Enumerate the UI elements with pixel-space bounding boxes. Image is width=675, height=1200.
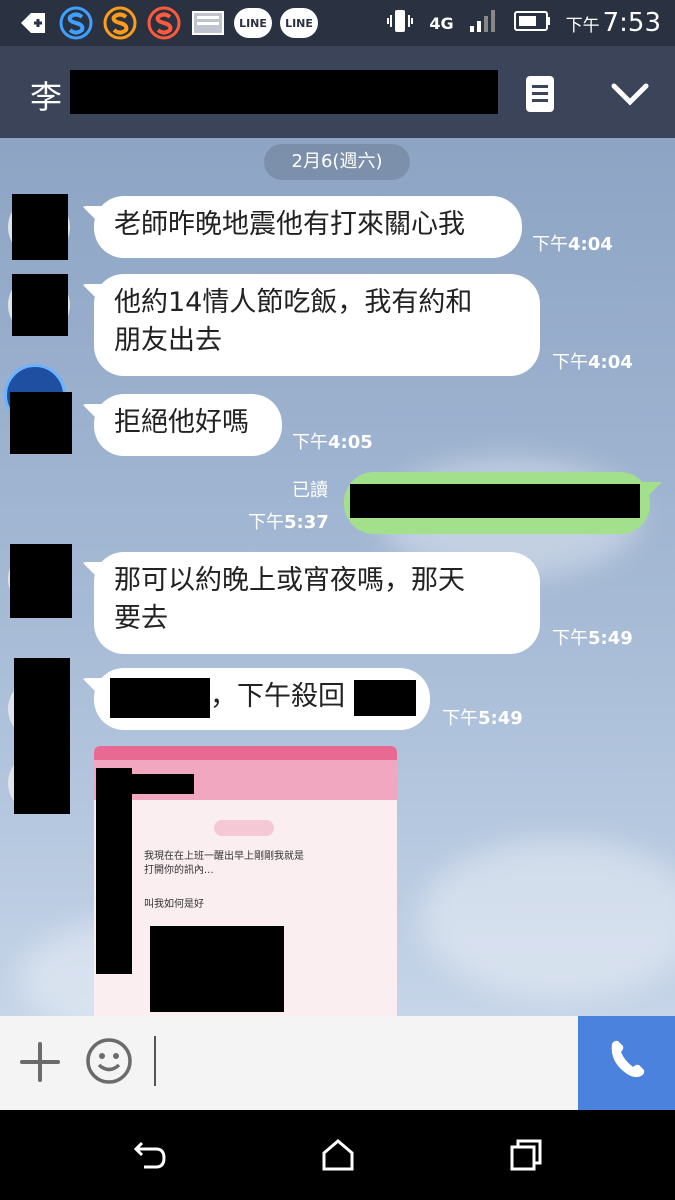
redacted-avatar bbox=[14, 658, 70, 814]
date-divider: 2月6(週六) bbox=[264, 144, 410, 180]
message-text: 朋友出去 bbox=[114, 325, 222, 356]
message-time: 下午5:49 bbox=[552, 628, 633, 649]
emoji-icon[interactable] bbox=[84, 1036, 134, 1086]
message-bubble[interactable]: 那可以約晚上或宵夜嗎，那天 要去 bbox=[94, 552, 540, 654]
line-icon: LINE bbox=[280, 8, 318, 38]
message-text: ，下午殺回 bbox=[210, 681, 345, 712]
s-app-icon-red bbox=[146, 6, 182, 40]
phone-icon[interactable] bbox=[578, 1016, 675, 1110]
message-text: 他約14情人節吃飯，我有約和 bbox=[114, 287, 473, 318]
status-clock: 下午 7:53 bbox=[565, 8, 661, 38]
message-time: 下午5:49 bbox=[442, 708, 523, 729]
message-input[interactable] bbox=[154, 1036, 156, 1086]
network-label: 4G bbox=[429, 13, 454, 33]
message-text: 要去 bbox=[114, 603, 168, 634]
message-text: 老師昨晚地震他有打來關心我 bbox=[114, 209, 465, 240]
redacted-name bbox=[70, 70, 498, 114]
message-bubble[interactable]: 老師昨晚地震他有打來關心我 bbox=[94, 196, 522, 258]
message-time: 下午4:04 bbox=[532, 234, 613, 255]
message-time: 下午5:37 bbox=[248, 512, 329, 533]
photo-status-bar bbox=[94, 746, 397, 760]
message-text: 拒絕他好嗎 bbox=[114, 407, 249, 438]
note-icon[interactable] bbox=[522, 74, 558, 114]
redacted-message bbox=[350, 484, 640, 518]
system-nav-bar bbox=[0, 1110, 675, 1200]
redacted-avatar bbox=[12, 194, 68, 260]
status-bar: LINE LINE 4G 下午 7:53 bbox=[0, 0, 675, 46]
redacted-name bbox=[110, 678, 210, 718]
input-bar bbox=[0, 1016, 675, 1110]
home-icon[interactable] bbox=[318, 1135, 358, 1175]
chevron-down-icon[interactable] bbox=[606, 74, 654, 114]
signal-icon bbox=[468, 8, 498, 38]
message-time: 下午4:05 bbox=[292, 432, 373, 453]
add-icon bbox=[14, 6, 50, 40]
message-time: 下午4:04 bbox=[552, 352, 633, 373]
recents-icon[interactable] bbox=[506, 1135, 546, 1175]
redacted-avatar bbox=[12, 274, 68, 336]
vibrate-icon bbox=[385, 6, 415, 40]
photo-text: 打開你的訊內... bbox=[144, 865, 214, 876]
image-icon bbox=[190, 6, 226, 40]
message-text: 那可以約晚上或宵夜嗎，那天 bbox=[114, 565, 465, 596]
photo-date-pill bbox=[214, 820, 274, 836]
message-bubble[interactable]: 他約14情人節吃飯，我有約和 朋友出去 bbox=[94, 274, 540, 376]
redacted-photo-area bbox=[132, 774, 194, 794]
s-app-icon-blue bbox=[58, 6, 94, 40]
redacted-photo-area bbox=[96, 768, 132, 974]
message-bubble[interactable]: 拒絕他好嗎 bbox=[94, 394, 282, 456]
chat-header: 李 bbox=[0, 46, 675, 138]
redacted-avatar bbox=[10, 544, 72, 618]
contact-name[interactable]: 李 bbox=[30, 72, 62, 118]
redacted-place bbox=[354, 680, 416, 716]
battery-icon bbox=[512, 8, 552, 38]
photo-text: 叫我如何是好 bbox=[144, 899, 204, 910]
back-icon[interactable] bbox=[130, 1135, 170, 1175]
redacted-avatar bbox=[10, 392, 72, 454]
chat-area[interactable]: 2月6(週六) 老師昨晚地震他有打來關心我 下午4:04 他約14情人節吃飯，我… bbox=[0, 138, 675, 1016]
line-icon: LINE bbox=[234, 8, 272, 38]
s-app-icon-orange bbox=[102, 6, 138, 40]
read-receipt: 已讀 bbox=[292, 480, 328, 501]
plus-icon[interactable] bbox=[18, 1040, 62, 1084]
redacted-photo-area bbox=[150, 926, 284, 1012]
photo-text: 我現在在上班一醒出早上剛剛我就是 bbox=[144, 851, 304, 862]
